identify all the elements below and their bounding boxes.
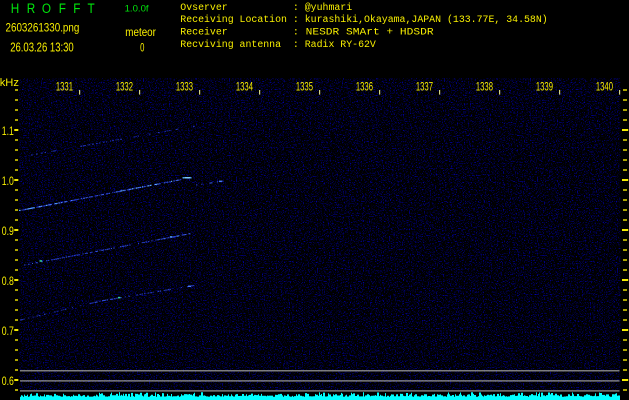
svg-text:meteor: meteor	[125, 26, 156, 39]
svg-text:F: F	[73, 0, 80, 16]
svg-text:1.1: 1.1	[2, 125, 14, 139]
svg-text:O: O	[42, 0, 51, 16]
svg-text:Ovserver : @yuhmari: Ovserver : @yuhmari	[180, 2, 352, 13]
svg-text:1337: 1337	[416, 81, 433, 94]
svg-text:1340: 1340	[596, 81, 613, 94]
svg-text:1.0: 1.0	[2, 175, 14, 189]
svg-text:F: F	[59, 0, 66, 16]
svg-text:1333: 1333	[176, 81, 193, 94]
svg-text:0.8: 0.8	[2, 275, 14, 289]
svg-text:1.0.0f: 1.0.0f	[125, 4, 149, 15]
svg-text:R: R	[27, 0, 35, 16]
svg-text:0.6: 0.6	[2, 375, 14, 389]
svg-text:1336: 1336	[356, 81, 373, 94]
svg-text:H: H	[11, 0, 19, 16]
svg-text:1338: 1338	[476, 81, 493, 94]
svg-text:0: 0	[140, 42, 144, 55]
svg-text:0.9: 0.9	[2, 225, 14, 239]
svg-text:1332: 1332	[116, 81, 133, 94]
svg-text:1331: 1331	[56, 81, 73, 94]
svg-text:NESDR SMArt + HDSDR: NESDR SMArt + HDSDR	[306, 27, 435, 38]
svg-text:T: T	[88, 0, 95, 16]
svg-text:Receiver :: Receiver :	[180, 26, 299, 37]
svg-text:2603261330.png: 2603261330.png	[6, 21, 80, 34]
svg-text:1335: 1335	[296, 81, 313, 94]
svg-text:0.7: 0.7	[2, 325, 14, 339]
svg-text:1339: 1339	[536, 81, 553, 94]
svg-text:26.03.26 13:30: 26.03.26 13:30	[10, 41, 74, 55]
svg-text:kHz: kHz	[0, 77, 19, 89]
svg-text:Recviving antenna : Radix RY-: Recviving antenna : Radix RY-62V	[180, 39, 376, 50]
svg-text:1334: 1334	[236, 81, 253, 94]
svg-text:Receiving Location : kurashiki: Receiving Location : kurashiki,Okayama,J…	[180, 14, 547, 25]
